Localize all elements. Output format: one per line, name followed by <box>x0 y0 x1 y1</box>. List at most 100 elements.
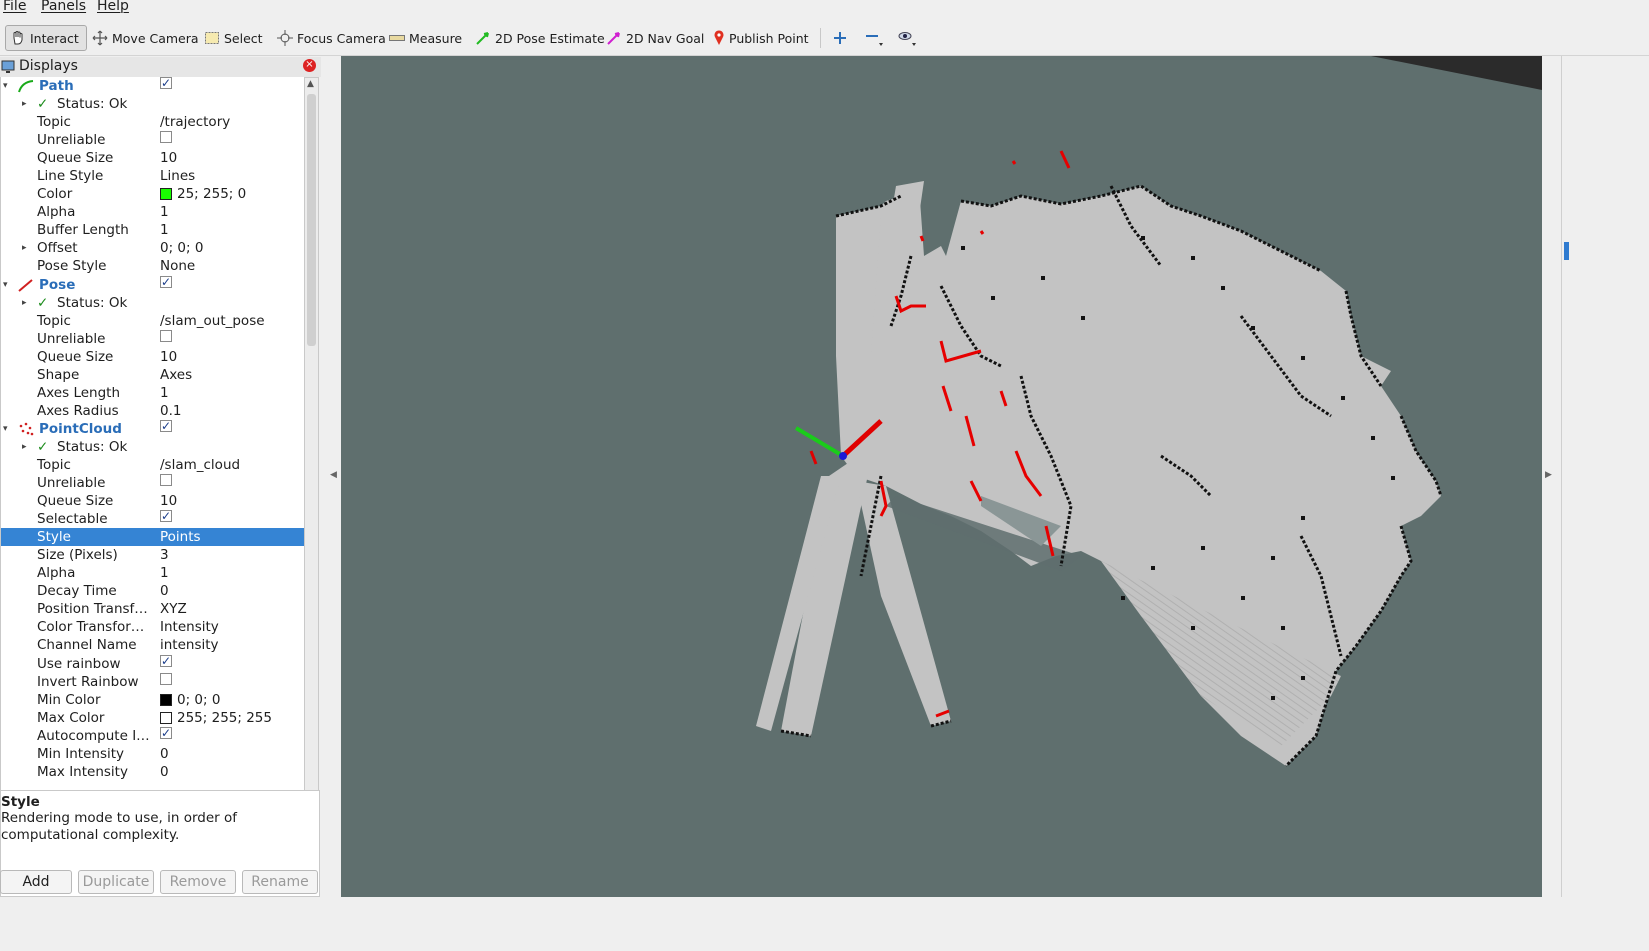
property-row[interactable]: Unreliable <box>1 329 304 348</box>
property-row[interactable]: Queue Size 10 <box>1 149 304 167</box>
remove-tool-button[interactable] <box>861 25 887 51</box>
property-row[interactable]: Position Transf… XYZ <box>1 600 304 618</box>
property-value[interactable]: 0 <box>160 745 169 763</box>
property-value[interactable]: 0; 0; 0 <box>160 691 220 709</box>
property-row[interactable]: Axes Radius 0.1 <box>1 402 304 420</box>
menu-help[interactable]: Help <box>97 0 129 14</box>
property-value[interactable]: /slam_cloud <box>160 456 240 474</box>
enabled-checkbox[interactable] <box>160 417 172 435</box>
scrollbar-thumb[interactable] <box>307 94 316 346</box>
property-checkbox[interactable] <box>160 474 172 487</box>
display-path[interactable]: ▾ Path <box>1 77 304 95</box>
property-row[interactable]: ▸ ✓ Status: Ok <box>1 438 304 456</box>
nav-goal-tool-button[interactable]: 2D Nav Goal <box>602 25 708 51</box>
add-tool-button[interactable] <box>829 25 851 51</box>
publish-point-tool-button[interactable]: Publish Point <box>709 25 813 51</box>
display-pose[interactable]: ▾ Pose <box>1 273 304 294</box>
property-value[interactable]: XYZ <box>160 600 187 618</box>
3d-viewport[interactable] <box>341 56 1542 897</box>
property-row[interactable]: Pose Style None <box>1 257 304 275</box>
property-row[interactable]: Decay Time 0 <box>1 582 304 600</box>
property-row[interactable]: Queue Size 10 <box>1 348 304 366</box>
property-row[interactable]: ▸ ✓ Status: Ok <box>1 294 304 312</box>
property-value[interactable]: 255; 255; 255 <box>160 709 272 727</box>
property-value[interactable]: 1 <box>160 221 169 239</box>
property-value[interactable]: Intensity <box>160 618 219 636</box>
expand-arrow-icon[interactable]: ▸ <box>22 294 27 312</box>
rename-button[interactable]: Rename <box>242 870 318 894</box>
move-camera-tool-button[interactable]: Move Camera <box>88 25 203 51</box>
property-row[interactable]: Min Intensity 0 <box>1 745 304 763</box>
expand-arrow-icon[interactable]: ▸ <box>22 239 27 257</box>
property-checkbox[interactable] <box>160 724 172 742</box>
property-value[interactable]: 10 <box>160 348 177 366</box>
scroll-up-arrow-icon[interactable]: ▲ <box>307 79 314 89</box>
measure-tool-button[interactable]: Measure <box>385 25 466 51</box>
right-collapse-arrow-icon[interactable]: ▶ <box>1545 470 1552 480</box>
property-row[interactable]: Style Points <box>1 528 304 547</box>
close-icon[interactable]: × <box>303 59 316 72</box>
property-row[interactable]: Shape Axes <box>1 366 304 384</box>
property-value[interactable] <box>160 507 172 525</box>
property-checkbox[interactable] <box>160 131 172 144</box>
property-row[interactable]: Alpha 1 <box>1 203 304 221</box>
focus-camera-tool-button[interactable]: Focus Camera <box>273 25 390 51</box>
property-value[interactable] <box>160 724 172 742</box>
panels-tool-button[interactable] <box>893 25 921 51</box>
property-row[interactable]: Autocompute I… <box>1 724 304 745</box>
property-checkbox[interactable] <box>160 672 172 685</box>
property-checkbox[interactable] <box>160 652 172 670</box>
property-row[interactable]: Min Color 0; 0; 0 <box>1 691 304 709</box>
property-value[interactable] <box>160 652 172 670</box>
property-row[interactable]: Buffer Length 1 <box>1 221 304 239</box>
property-row[interactable]: ▸ Offset 0; 0; 0 <box>1 239 304 257</box>
property-value[interactable]: Lines <box>160 167 195 185</box>
property-value[interactable]: 0 <box>160 582 169 600</box>
collapse-arrow-icon[interactable]: ▾ <box>3 77 8 95</box>
property-value[interactable]: 10 <box>160 149 177 167</box>
interact-tool-button[interactable]: Interact <box>5 25 87 51</box>
property-value[interactable]: 25; 255; 0 <box>160 185 246 203</box>
property-row[interactable]: Unreliable <box>1 131 304 149</box>
property-row[interactable]: Size (Pixels) 3 <box>1 546 304 564</box>
collapse-arrow-icon[interactable]: ▾ <box>3 276 8 294</box>
property-row[interactable]: Axes Length 1 <box>1 384 304 402</box>
property-row[interactable]: Topic/trajectory <box>1 113 304 131</box>
property-value[interactable]: 1 <box>160 203 169 221</box>
duplicate-button[interactable]: Duplicate <box>78 870 154 894</box>
pose-estimate-tool-button[interactable]: 2D Pose Estimate <box>471 25 609 51</box>
property-value[interactable]: 1 <box>160 384 169 402</box>
expand-arrow-icon[interactable]: ▸ <box>22 95 27 113</box>
property-checkbox[interactable] <box>160 329 172 342</box>
property-row[interactable]: Selectable <box>1 507 304 528</box>
remove-button[interactable]: Remove <box>160 870 236 894</box>
property-value[interactable]: 0; 0; 0 <box>160 239 203 257</box>
property-row[interactable]: Topic/slam_out_pose <box>1 312 304 330</box>
property-row[interactable]: ▸ ✓ Status: Ok <box>1 95 304 113</box>
property-value[interactable] <box>160 672 172 685</box>
property-value[interactable]: /slam_out_pose <box>160 312 265 330</box>
property-row[interactable]: Invert Rainbow <box>1 672 304 691</box>
menu-panels[interactable]: Panels <box>41 0 86 14</box>
property-row[interactable]: Alpha 1 <box>1 564 304 582</box>
property-row[interactable]: Unreliable <box>1 474 304 492</box>
property-row[interactable]: Color Transfor… Intensity <box>1 618 304 636</box>
property-row[interactable]: Max Color 255; 255; 255 <box>1 709 304 727</box>
property-row[interactable]: Queue Size 10 <box>1 492 304 510</box>
collapse-arrow-icon[interactable]: ▾ <box>3 420 8 438</box>
property-row[interactable]: Use rainbow <box>1 652 304 673</box>
displays-scrollbar[interactable]: ▲ ▼ <box>305 77 319 843</box>
property-value[interactable] <box>160 131 172 144</box>
property-value[interactable]: 1 <box>160 564 169 582</box>
property-row[interactable]: Line Style Lines <box>1 167 304 185</box>
enabled-checkbox[interactable] <box>160 77 172 92</box>
property-value[interactable]: Points <box>160 528 201 546</box>
property-value[interactable]: Axes <box>160 366 192 384</box>
property-row[interactable]: Topic/slam_cloud <box>1 456 304 474</box>
property-value[interactable]: 3 <box>160 546 169 564</box>
menu-file[interactable]: File <box>3 0 26 14</box>
select-tool-button[interactable]: Select <box>200 25 267 51</box>
property-checkbox[interactable] <box>160 507 172 525</box>
property-row[interactable]: Channel Name intensity <box>1 636 304 654</box>
property-row[interactable]: Color 25; 255; 0 <box>1 185 304 203</box>
